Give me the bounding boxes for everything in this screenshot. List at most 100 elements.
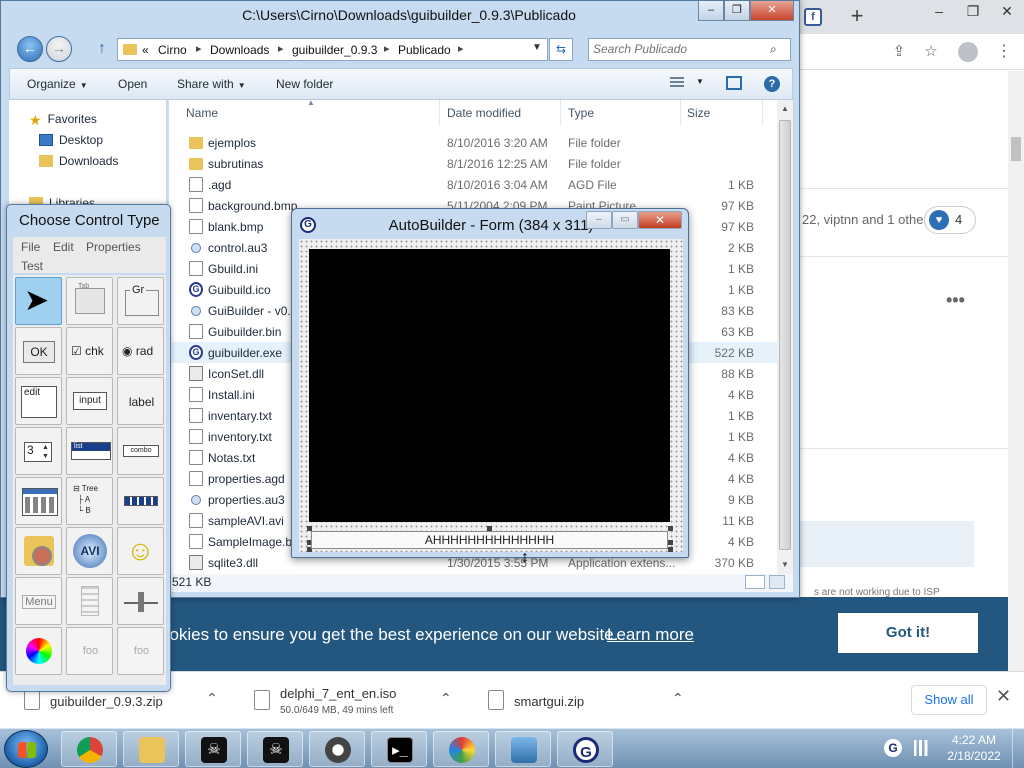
taskbar-app-guibuilder[interactable]: G	[557, 731, 613, 767]
tool-pointer-button[interactable]: ➤	[15, 277, 62, 325]
tool-icon-button[interactable]: ☺	[117, 527, 164, 575]
column-divider[interactable]	[762, 100, 763, 126]
close-button[interactable]: ✕	[750, 1, 794, 21]
file-row[interactable]: .agd 8/10/2016 3:04 AM AGD File 1 KB	[169, 174, 779, 195]
taskbar-app-pirate-2[interactable]: ☠	[247, 731, 303, 767]
tool-foo-1-button[interactable]: foo	[66, 627, 113, 675]
resize-handle[interactable]	[668, 540, 673, 545]
cookie-accept-button[interactable]: Got it!	[838, 613, 978, 653]
close-button[interactable]: ✕	[638, 211, 682, 229]
tool-radio-button[interactable]: ◉ rad	[117, 327, 164, 375]
post-participants[interactable]: 22, viptnn and 1 other	[802, 212, 928, 227]
tool-list-button[interactable]: list	[66, 427, 113, 475]
download-item[interactable]: delphi_7_ent_en.iso 50.0/649 MB, 49 mins…	[254, 672, 454, 728]
scroll-down-icon[interactable]: ▼	[781, 560, 789, 569]
cookie-learn-more-link[interactable]: Learn more	[607, 625, 694, 645]
column-divider[interactable]	[560, 100, 561, 126]
taskbar-app-settings[interactable]	[309, 731, 365, 767]
scrollbar-thumb[interactable]	[779, 120, 791, 550]
column-divider[interactable]	[439, 100, 440, 126]
up-arrow-icon[interactable]: ↑	[98, 40, 106, 58]
download-item[interactable]: smartgui.zip ⌃	[488, 672, 688, 728]
chevron-right-icon[interactable]: ▸	[384, 42, 390, 55]
file-list-scrollbar[interactable]: ▲ ▼	[777, 100, 793, 574]
maximize-button[interactable]: ❐	[724, 1, 750, 21]
menu-properties[interactable]: Properties	[86, 240, 141, 254]
tool-menu-button[interactable]: Menu	[15, 577, 62, 625]
tool-slider-button[interactable]	[117, 577, 164, 625]
show-desktop-button[interactable]	[1012, 729, 1024, 768]
browser-menu-icon[interactable]: ⋮	[994, 41, 1014, 63]
breadcrumb-item[interactable]: Publicado	[398, 43, 451, 57]
tool-button-button[interactable]: OK	[15, 327, 62, 375]
tool-updown-button[interactable]: 3 ▲ ▼	[15, 427, 62, 475]
organize-button[interactable]: Organize ▼	[27, 77, 88, 91]
breadcrumb-item[interactable]: guibuilder_0.9.3	[292, 43, 377, 57]
scrollbar-thumb[interactable]	[1011, 137, 1021, 161]
share-icon[interactable]: ⇪	[888, 41, 910, 63]
like-button[interactable]: ♥ 4	[924, 206, 976, 234]
chevron-up-icon[interactable]: ⌃	[206, 690, 218, 707]
taskbar-app-console[interactable]: ▸_	[371, 731, 427, 767]
browser-close-button[interactable]: ✕	[990, 0, 1024, 22]
chevron-right-icon[interactable]: ▸	[196, 42, 202, 55]
new-folder-button[interactable]: New folder	[276, 77, 333, 91]
close-icon[interactable]: ✕	[996, 686, 1011, 707]
tiles-view-icon[interactable]	[769, 575, 785, 589]
scroll-up-icon[interactable]: ▲	[781, 104, 789, 113]
file-row[interactable]: subrutinas 8/1/2016 12:25 AM File folder	[169, 153, 779, 174]
guibuilder-tray-icon[interactable]: G	[884, 739, 902, 757]
column-header-size[interactable]: Size	[687, 106, 710, 120]
tool-tab-button[interactable]: Tab	[66, 277, 113, 325]
chevron-right-icon[interactable]: ▸	[458, 42, 464, 55]
form-label-control[interactable]: AHHHHHHHHHHHHHH	[311, 531, 668, 549]
column-header-type[interactable]: Type	[568, 106, 594, 120]
forward-button[interactable]: →	[46, 36, 72, 62]
search-input[interactable]	[593, 42, 763, 56]
taskbar-app-pirate-1[interactable]: ☠	[185, 731, 241, 767]
chevron-up-icon[interactable]: ⌃	[440, 690, 452, 707]
view-options-icon[interactable]	[670, 77, 684, 89]
browser-maximize-button[interactable]: ❐	[956, 0, 990, 22]
chevron-up-icon[interactable]: ⌃	[672, 690, 684, 707]
search-icon[interactable]: ⌕	[770, 42, 777, 57]
menu-test[interactable]: Test	[21, 259, 43, 273]
bookmark-star-icon[interactable]: ☆	[920, 41, 942, 63]
tool-foo-2-button[interactable]: foo	[117, 627, 164, 675]
resize-handle[interactable]	[668, 526, 673, 531]
refresh-icon[interactable]: ⇆	[549, 38, 573, 61]
tool-progress-button[interactable]	[117, 477, 164, 525]
caret-down-icon[interactable]: ▼	[696, 77, 704, 86]
breadcrumb-item[interactable]: Downloads	[210, 43, 269, 57]
back-button[interactable]: ←	[17, 36, 43, 62]
tool-listview-button[interactable]	[15, 477, 62, 525]
nav-item-desktop[interactable]: Desktop	[39, 133, 103, 147]
facebook-square-icon[interactable]: f	[804, 8, 822, 26]
share-with-button[interactable]: Share with ▼	[177, 77, 246, 91]
tool-combo-button[interactable]: combo	[117, 427, 164, 475]
help-icon[interactable]: ?	[764, 76, 780, 92]
minimize-button[interactable]: –	[698, 1, 724, 21]
breadcrumb-overflow[interactable]: «	[142, 43, 149, 57]
tool-input-button[interactable]: input	[66, 377, 113, 425]
details-view-icon[interactable]	[745, 575, 765, 589]
profile-avatar[interactable]	[958, 42, 978, 62]
tool-color-button[interactable]	[15, 627, 62, 675]
form-design-surface[interactable]: AHHHHHHHHHHHHHH ↕	[299, 239, 683, 566]
show-all-button[interactable]: Show all	[911, 685, 987, 715]
post-more-icon[interactable]: •••	[946, 290, 965, 311]
address-bar[interactable]: « Cirno ▸ Downloads ▸ guibuilder_0.9.3 ▸…	[117, 38, 548, 61]
column-divider[interactable]	[680, 100, 681, 126]
page-scrollbar[interactable]	[1008, 71, 1024, 671]
nav-item-favorites[interactable]: ★ Favorites	[29, 112, 97, 128]
column-header-date[interactable]: Date modified	[447, 106, 521, 120]
new-tab-button[interactable]: +	[846, 3, 868, 29]
taskbar-app-paint[interactable]	[433, 731, 489, 767]
column-header-name[interactable]: Name	[186, 106, 218, 120]
breadcrumb-item[interactable]: Cirno	[158, 43, 187, 57]
open-button[interactable]: Open	[118, 77, 147, 91]
maximize-button[interactable]: ▭	[612, 211, 638, 229]
browser-minimize-button[interactable]: –	[922, 0, 956, 22]
network-icon[interactable]	[912, 740, 930, 756]
tool-context-button[interactable]	[66, 577, 113, 625]
